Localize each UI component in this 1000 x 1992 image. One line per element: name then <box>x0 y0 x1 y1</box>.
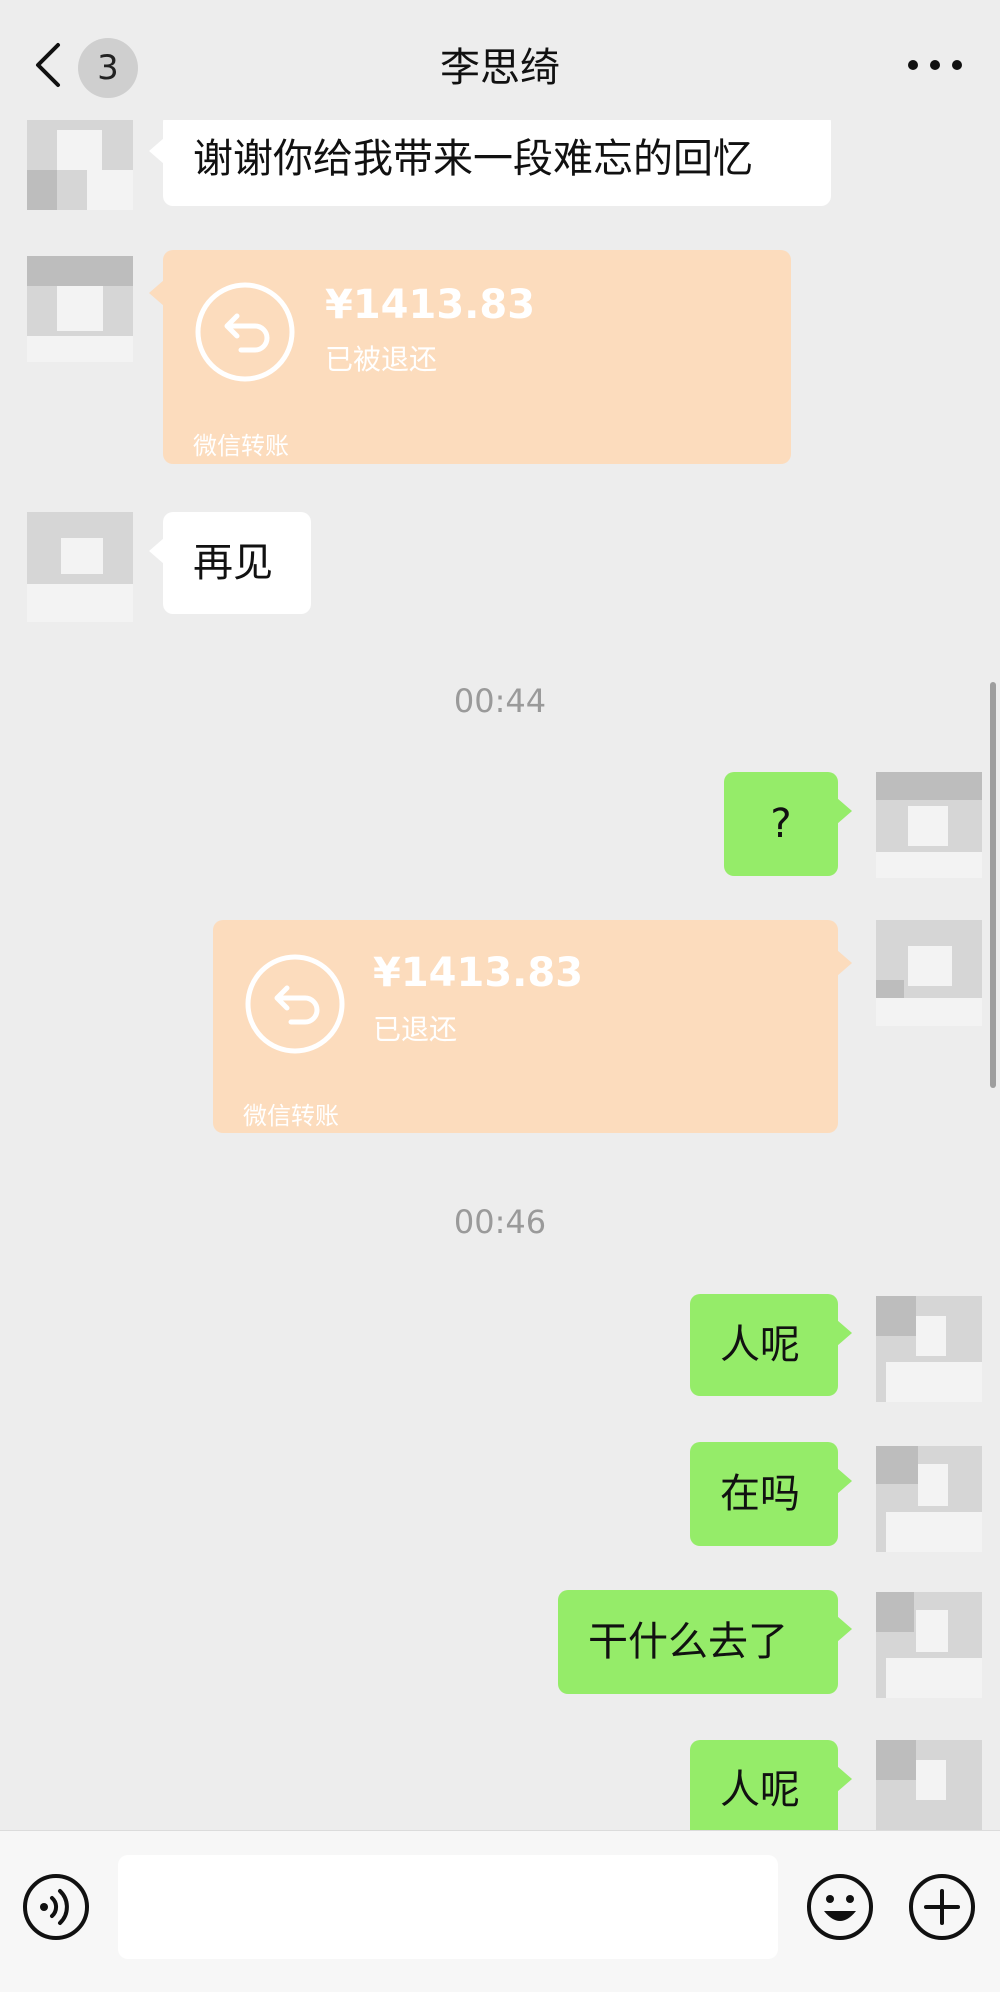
chat-title: 李思绮 <box>440 45 560 91</box>
message-text: 再见 <box>193 540 273 586</box>
contact-avatar[interactable] <box>27 256 133 362</box>
message-bubble-outgoing[interactable]: 人呢 <box>690 1740 852 1840</box>
transfer-status: 已退还 <box>373 1013 458 1046</box>
transfer-footer: 微信转账 <box>193 432 289 460</box>
message-bubble-incoming[interactable]: 谢谢你给我带来一段难忘的回忆 <box>149 112 831 206</box>
transfer-footer: 微信转账 <box>243 1102 339 1130</box>
my-avatar[interactable] <box>876 1296 982 1402</box>
chat-header: 3 李思绮 <box>0 0 1000 120</box>
message-bubble-outgoing[interactable]: 人呢 <box>690 1294 852 1396</box>
my-avatar[interactable] <box>876 772 982 878</box>
more-icon[interactable] <box>905 50 965 80</box>
scrollbar[interactable] <box>990 682 996 1088</box>
message-text: 干什么去了 <box>588 1619 788 1665</box>
refund-arrow-icon <box>195 282 295 382</box>
transfer-amount: ¥1413.83 <box>325 282 536 328</box>
message-text: 人呢 <box>720 1322 800 1368</box>
timestamp: 00:46 <box>453 1203 547 1241</box>
message-input[interactable] <box>118 1855 778 1959</box>
transfer-status: 已被退还 <box>325 343 438 376</box>
message-bubble-incoming[interactable]: 再见 <box>149 512 311 614</box>
transfer-card-returned[interactable]: ¥1413.83 已被退还 微信转账 <box>149 250 791 464</box>
message-text: 人呢 <box>720 1767 800 1813</box>
plus-icon[interactable] <box>908 1873 976 1941</box>
refund-arrow-icon <box>245 954 345 1054</box>
message-bubble-outgoing[interactable]: ? <box>724 772 852 876</box>
transfer-card-returned[interactable]: ¥1413.83 已退还 微信转账 <box>213 920 852 1133</box>
contact-avatar[interactable] <box>27 512 133 622</box>
my-avatar[interactable] <box>876 1592 982 1698</box>
my-avatar[interactable] <box>876 920 982 1026</box>
emoji-icon[interactable] <box>806 1873 874 1941</box>
message-text: ? <box>770 801 792 847</box>
contact-avatar[interactable] <box>27 110 133 210</box>
timestamp: 00:44 <box>453 682 547 720</box>
message-bubble-outgoing[interactable]: 干什么去了 <box>558 1590 852 1694</box>
my-avatar[interactable] <box>876 1446 982 1552</box>
message-bubble-outgoing[interactable]: 在吗 <box>690 1442 852 1546</box>
message-text: 谢谢你给我带来一段难忘的回忆 <box>193 136 753 182</box>
transfer-amount: ¥1413.83 <box>373 950 584 996</box>
message-text: 在吗 <box>720 1471 800 1517</box>
voice-icon[interactable] <box>22 1873 90 1941</box>
input-bar <box>0 1830 1000 1992</box>
